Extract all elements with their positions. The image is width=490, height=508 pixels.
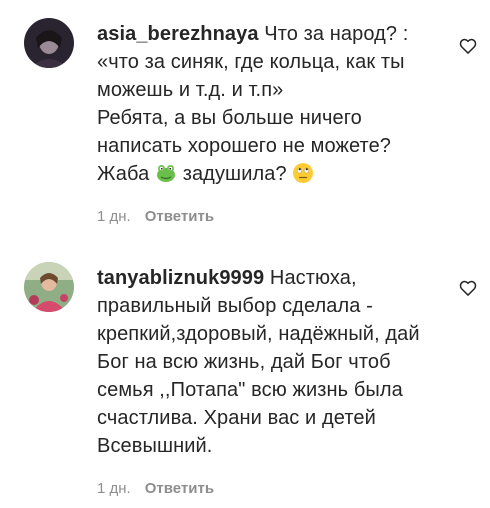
username[interactable]: tanyabliznuk9999 — [97, 267, 264, 289]
comment-first-line: asia_berezhnaya Что за народ? : — [97, 20, 437, 48]
reply-button[interactable]: Ответить — [145, 208, 214, 226]
comment-body: tanyabliznuk9999 Настюха, правильный выб… — [97, 264, 437, 460]
comment-last-line: Жаба задушила? — [97, 160, 437, 188]
comment-text: написать хорошего не можете? — [97, 135, 392, 157]
reply-button[interactable]: Ответить — [145, 480, 214, 498]
frog-emoji — [155, 162, 177, 184]
comment-first-line: tanyabliznuk9999 Настюха, — [97, 264, 437, 292]
avatar[interactable] — [24, 18, 74, 68]
comment-text: Жаба — [97, 163, 150, 185]
comment-meta: 1 дн. Ответить — [97, 208, 214, 226]
timestamp[interactable]: 1 дн. — [97, 208, 131, 226]
avatar[interactable] — [24, 262, 74, 312]
comment-text: Ребята, а вы больше ничего — [97, 107, 362, 129]
heart-outline-icon[interactable] — [458, 278, 478, 298]
heart-outline-icon[interactable] — [458, 36, 478, 56]
comment-text: можешь и т.д. и т.п» — [97, 79, 284, 101]
comment-text: счастлива. Храни вас и детей — [97, 407, 376, 429]
comment-text: «что за синяк, где кольца, как ты — [97, 51, 405, 73]
comment-meta: 1 дн. Ответить — [97, 480, 214, 498]
comment-text: Бог на всю жизнь, дай Бог чтоб — [97, 351, 391, 373]
face-with-rolling-eyes-emoji — [292, 162, 314, 184]
username[interactable]: asia_berezhnaya — [97, 23, 259, 45]
comment-text: задушила? — [182, 163, 287, 185]
comment-text: Всевышний. — [97, 435, 213, 457]
comment-text: крепкий,здоровый, надёжный, дай — [97, 323, 420, 345]
comment-text: Настюха, — [269, 267, 357, 289]
comment-text: семья ,,Потапа" всю жизнь была — [97, 379, 403, 401]
comment-text: Что за народ? : — [264, 23, 409, 45]
comment-body: asia_berezhnaya Что за народ? : «что за … — [97, 20, 437, 188]
timestamp[interactable]: 1 дн. — [97, 480, 131, 498]
comment-text: правильный выбор сделала - — [97, 295, 373, 317]
